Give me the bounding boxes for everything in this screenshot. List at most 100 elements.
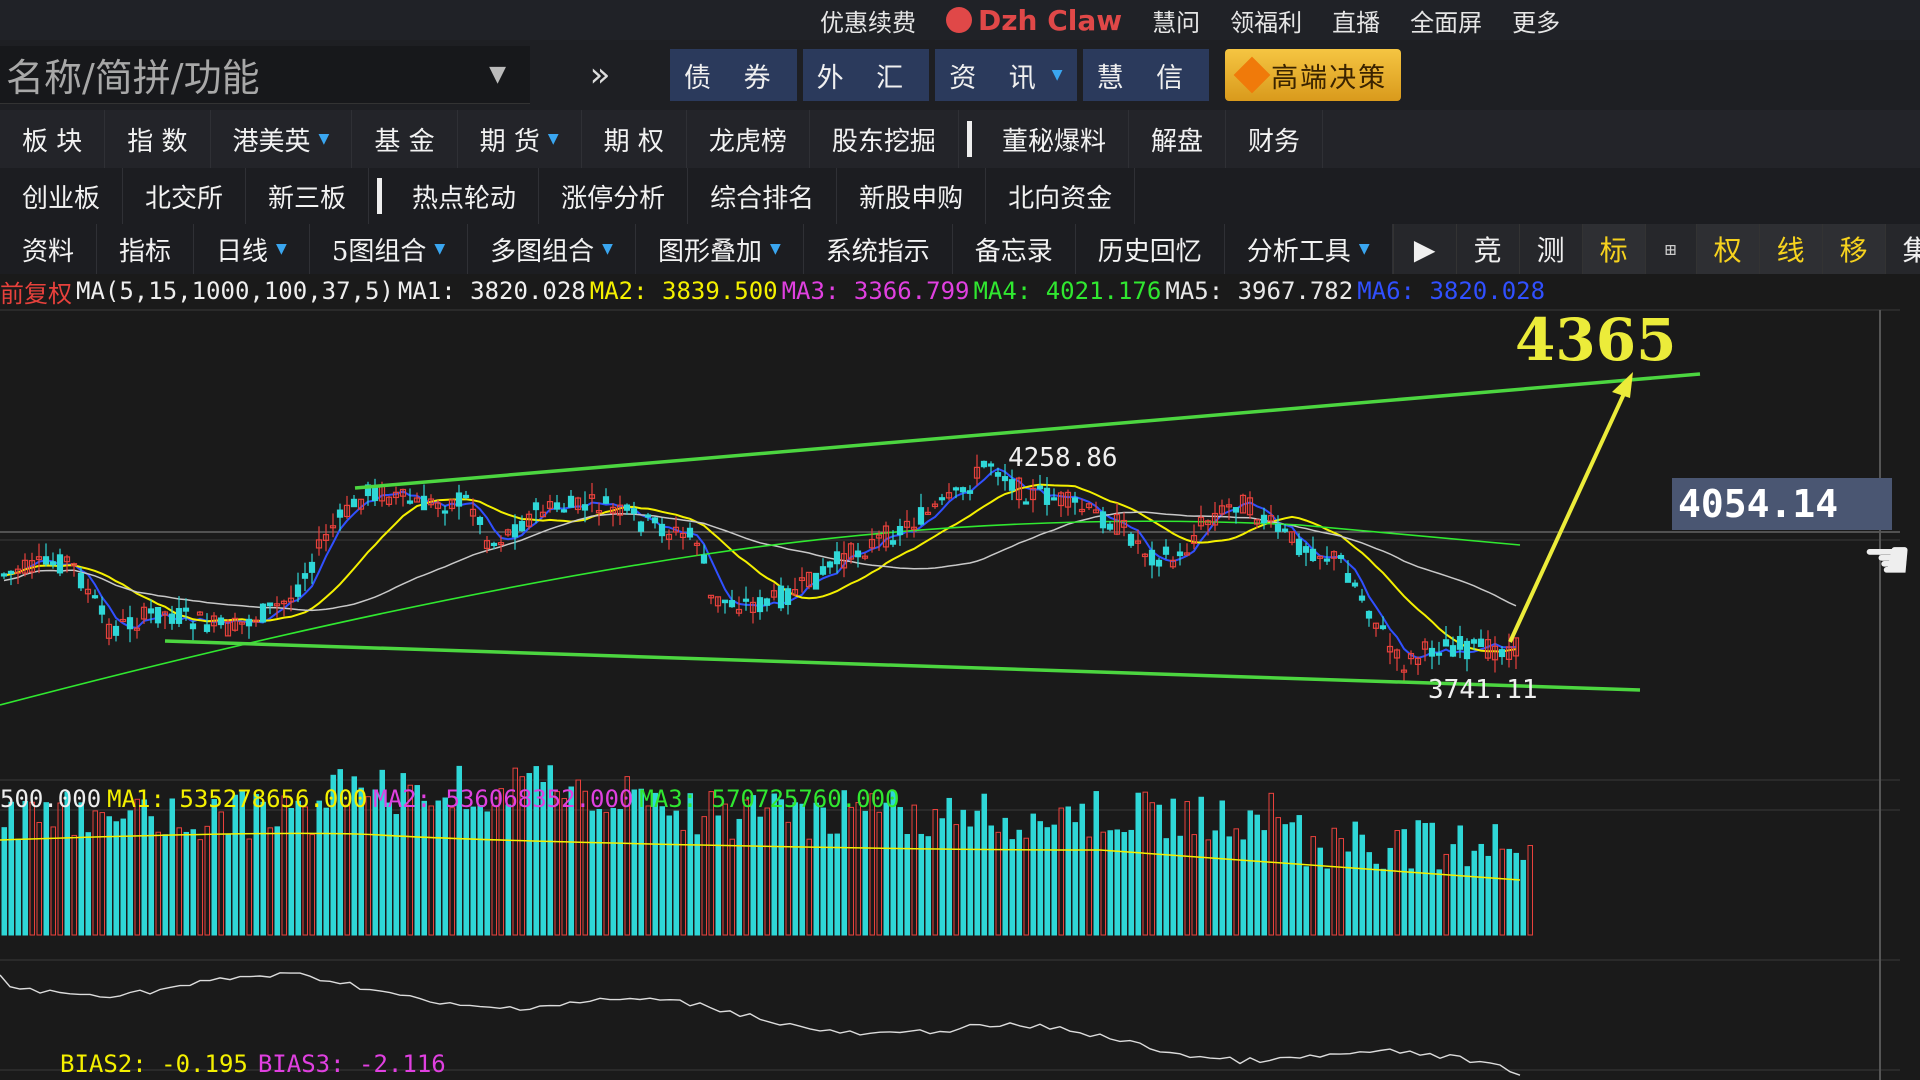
volume-bar [253,794,259,936]
volume-bar [561,798,567,936]
bias-legend-colon: : [330,1050,360,1078]
volume-bar [862,810,868,936]
candle-body [259,603,267,623]
volume-bar [295,800,301,936]
volume-bar [99,812,105,936]
volume-bar [1310,836,1316,936]
candle-body [966,490,974,494]
candle-body [1351,582,1359,587]
volume-bar [729,838,735,936]
volume-bar [1170,798,1176,936]
volume-bar [302,806,308,936]
volume-bar [1009,839,1015,936]
volume-bar [1030,813,1036,936]
volume-legend-name: MA3 [639,785,683,813]
candle-body [77,572,85,589]
volume-legend-colon: : [682,785,712,813]
volume-bar [344,804,350,936]
volume-bar [1513,852,1519,936]
candle-body [1379,625,1387,630]
candle-body [1309,548,1317,562]
volume-bar [1520,859,1526,936]
volume-bar [1401,829,1407,936]
volume-bar [141,799,147,936]
volume-bar [869,793,875,936]
volume-bar [1359,834,1365,936]
candle-body [1260,514,1268,524]
volume-bar [603,811,609,936]
volume-bar [932,809,938,936]
volume-bar [1387,847,1393,936]
arrow-head-icon [1612,372,1633,398]
volume-legend-colon: : [150,785,180,813]
volume-bar [71,834,77,936]
volume-bar [1408,868,1414,936]
volume-legend-colon: : [416,785,446,813]
volume-bar [260,801,266,936]
volume-legend-name: MA2 [373,785,417,813]
volume-legend-item: MA3: 570725760.000 [639,785,899,813]
volume-bar [1478,843,1484,936]
candle-body [91,595,99,599]
volume-bar [883,802,889,936]
bias-legend-name: BIAS3 [257,1050,331,1078]
volume-legend-item: MA2: 536068352.000 [373,785,633,813]
volume-bar [1058,807,1064,936]
volume-bar [1345,851,1351,936]
volume-bar [995,831,1001,936]
volume-bar [113,821,119,936]
volume-bar [1492,824,1498,936]
bias-legend-item: BIAS3: -2.116 [258,1050,446,1078]
volume-bar [155,831,161,936]
volume-bar [1471,850,1477,936]
volume-bar [127,810,133,936]
candle-body [553,502,561,510]
volume-bar [1100,831,1106,936]
volume-bar [792,802,798,936]
volume-bar [1247,810,1253,936]
volume-bar [1037,821,1043,936]
candle-body [203,624,211,632]
volume-bar [428,805,434,936]
bias-legend-colon: : [132,1050,162,1078]
candle-body [1050,497,1058,501]
volume-bar [708,791,714,936]
volume-bar [554,791,560,936]
candle-body [371,486,379,502]
candle-body [1099,511,1107,529]
volume-bar [1261,830,1267,936]
candle-body [1001,476,1009,482]
candle-body [56,554,64,574]
candle-body [602,496,610,504]
kline-chart[interactable]: 4365 4258.86 3741.11 [0,0,1920,1080]
candle-body [1155,559,1163,567]
volume-legend: 500.000 MA1: 535278656.000 MA2: 536068352.… [0,785,899,813]
volume-bar [1149,802,1155,936]
volume-bar [1107,830,1113,936]
candle-body [917,507,925,525]
volume-legend-value: 536068352.000 [445,785,634,813]
volume-bar [1296,815,1302,936]
chart-grid [0,309,1900,1080]
candle-body [1337,554,1345,559]
volume-bar [477,805,483,936]
bias-legend-value: -2.116 [359,1050,446,1078]
volume-bar [1331,827,1337,936]
volume-bar [960,809,966,936]
volume-bar [1366,852,1372,936]
volume-bar [820,807,826,936]
volume-bar [1275,817,1281,936]
volume-bar [939,818,945,936]
volume-bar [652,792,658,936]
volume-bar [967,826,973,936]
volume-legend-value: 570725760.000 [711,785,900,813]
candle-body [581,504,589,511]
volume-bar [1079,803,1085,936]
candle-body [175,608,183,624]
candle-body [994,472,1002,477]
volume-bar [1324,868,1330,936]
candle-body [1022,501,1030,505]
volume-bar [876,811,882,936]
volume-bar [232,794,238,936]
volume-bar [281,795,287,936]
